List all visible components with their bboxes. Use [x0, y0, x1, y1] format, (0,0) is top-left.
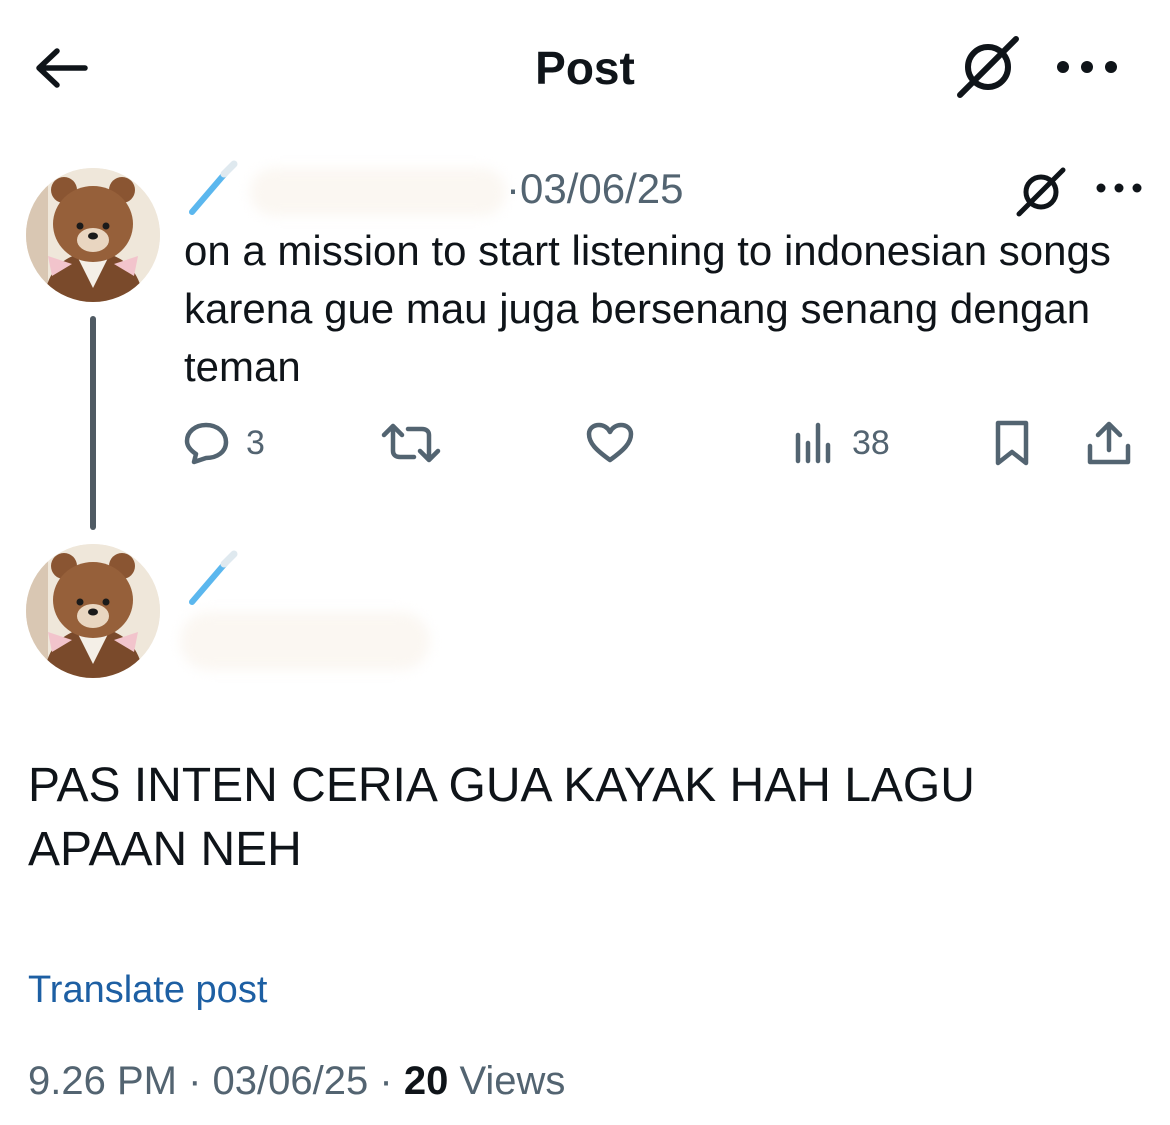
views-button[interactable]: 38	[792, 414, 890, 472]
post-text: on a mission to start listening to indon…	[184, 227, 1111, 390]
avatar[interactable]	[26, 168, 160, 302]
translate-post-link[interactable]: Translate post	[28, 964, 267, 1016]
grok-icon	[1016, 167, 1066, 217]
post-time: 9.26 PM	[28, 1059, 177, 1103]
redacted-username	[180, 612, 430, 670]
main-post-text: PAS INTEN CERIA GUA KAYAK HAH LAGU APAAN…	[28, 759, 975, 876]
views-count: 38	[852, 424, 890, 462]
post-date[interactable]: ·03/06/25	[506, 162, 683, 216]
more-horizontal-icon	[1096, 183, 1142, 193]
avatar[interactable]	[26, 544, 160, 678]
views-label[interactable]: Views	[459, 1059, 565, 1103]
bookmark-button[interactable]	[990, 414, 1034, 472]
grok-button[interactable]	[950, 32, 1026, 102]
like-button[interactable]	[586, 414, 634, 472]
grok-button[interactable]	[1010, 164, 1072, 220]
more-horizontal-icon	[1057, 61, 1117, 73]
reply-icon	[184, 422, 229, 465]
share-icon	[1087, 421, 1131, 465]
thread-connector-line	[90, 316, 96, 530]
post-detail-screen: Post ·03/06/25 on a mission to start lis…	[0, 0, 1170, 1125]
share-button[interactable]	[1084, 414, 1134, 472]
teddy-bear-avatar-image	[26, 168, 160, 302]
top-bar: Post	[0, 0, 1170, 130]
reply-count: 3	[246, 424, 265, 462]
repost-icon	[381, 423, 441, 463]
redacted-username	[250, 168, 506, 216]
toothbrush-emoji-icon	[184, 160, 244, 220]
post-date: 03/06/25	[212, 1059, 369, 1103]
heart-icon	[586, 422, 634, 463]
bookmark-icon	[995, 420, 1029, 466]
post-metadata: 9.26 PM · 03/06/25 · 20 Views	[28, 1054, 565, 1108]
views-icon	[795, 422, 831, 464]
views-count: 20	[403, 1059, 449, 1103]
more-button[interactable]	[1092, 170, 1146, 206]
meta-separator: ·	[379, 1059, 393, 1103]
teddy-bear-avatar-image	[26, 544, 160, 678]
reply-button[interactable]: 3	[184, 414, 265, 472]
grok-icon	[957, 36, 1019, 98]
toothbrush-emoji-icon	[184, 550, 244, 610]
more-button[interactable]	[1052, 44, 1122, 90]
repost-button[interactable]	[380, 414, 442, 472]
meta-separator: ·	[188, 1059, 202, 1103]
